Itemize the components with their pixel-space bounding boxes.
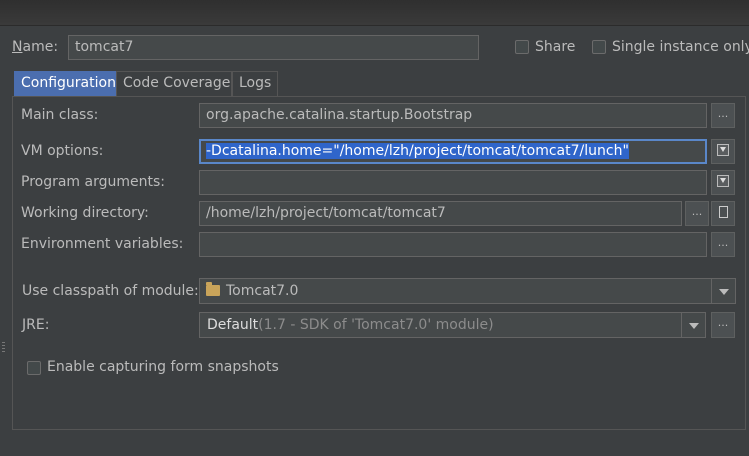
single-instance-checkbox[interactable] — [592, 40, 606, 54]
name-label: Name: — [12, 39, 59, 55]
chevron-down-icon[interactable] — [711, 279, 735, 303]
document-icon — [718, 206, 728, 218]
program-arguments-label: Program arguments: — [21, 174, 165, 190]
capture-snapshots-label: Enable capturing form snapshots — [47, 359, 279, 375]
tab-code-coverage[interactable]: Code Coverage — [116, 71, 232, 96]
environment-variables-input[interactable] — [199, 232, 707, 257]
working-directory-browse-button[interactable]: ... — [685, 201, 709, 226]
tab-logs[interactable]: Logs — [232, 71, 278, 96]
vm-options-selected-text: -Dcatalina.home="/home/lzh/project/tomca… — [206, 143, 629, 159]
jre-default-text: Default — [207, 317, 259, 333]
single-instance-label: Single instance only — [612, 39, 749, 55]
program-arguments-input[interactable] — [199, 170, 707, 195]
jre-browse-button[interactable]: ... — [711, 312, 735, 338]
main-class-browse-button[interactable]: ... — [711, 103, 735, 128]
working-directory-label: Working directory: — [21, 205, 149, 221]
capture-snapshots-checkbox[interactable] — [27, 361, 41, 375]
tab-configuration[interactable]: Configuration — [14, 71, 116, 96]
working-directory-macro-button[interactable] — [711, 201, 735, 226]
jre-detail-text: (1.7 - SDK of 'Tomcat7.0' module) — [258, 317, 494, 333]
expand-icon — [717, 175, 729, 187]
title-bar — [0, 0, 749, 26]
vm-options-label: VM options: — [21, 143, 104, 159]
share-checkbox[interactable] — [515, 40, 529, 54]
main-class-input[interactable]: org.apache.catalina.startup.Bootstrap — [199, 103, 707, 128]
name-input[interactable]: tomcat7 — [68, 35, 479, 60]
working-directory-input[interactable]: /home/lzh/project/tomcat/tomcat7 — [199, 201, 682, 226]
classpath-module-label: Use classpath of module: — [22, 283, 199, 299]
program-arguments-expand-button[interactable] — [711, 170, 735, 195]
expand-icon — [717, 144, 729, 156]
jre-label: JRE: — [22, 317, 50, 333]
environment-variables-browse-button[interactable]: ... — [711, 232, 735, 257]
jre-select[interactable]: Default(1.7 - SDK of 'Tomcat7.0' module) — [199, 312, 706, 338]
resize-grip-icon[interactable] — [2, 342, 5, 354]
classpath-module-value: Tomcat7.0 — [206, 282, 298, 300]
name-label-rest: ame: — [22, 39, 59, 55]
main-class-label: Main class: — [21, 107, 99, 123]
classpath-module-text: Tomcat7.0 — [226, 283, 299, 299]
vm-options-input[interactable]: -Dcatalina.home="/home/lzh/project/tomca… — [199, 139, 707, 164]
chevron-down-icon[interactable] — [681, 313, 705, 337]
vm-options-expand-button[interactable] — [711, 139, 735, 164]
share-label: Share — [535, 39, 576, 55]
environment-variables-label: Environment variables: — [21, 236, 184, 252]
jre-value: Default(1.7 - SDK of 'Tomcat7.0' module) — [207, 316, 494, 334]
classpath-module-select[interactable]: Tomcat7.0 — [199, 278, 736, 304]
module-folder-icon — [206, 282, 220, 296]
